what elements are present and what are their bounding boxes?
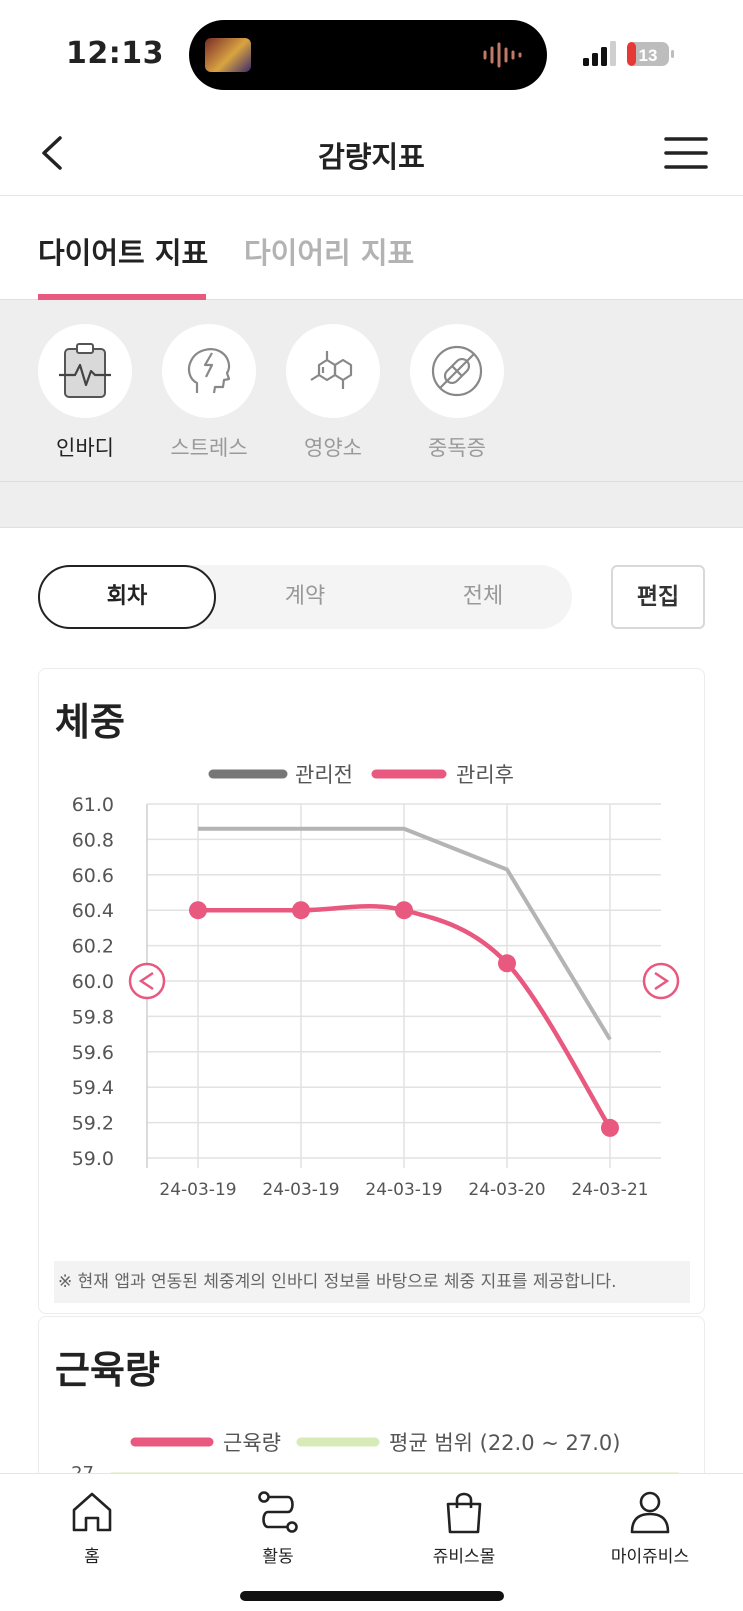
nav-label: 홈 xyxy=(84,1547,100,1567)
cellular-signal-icon xyxy=(583,41,616,66)
period-segment-control: 회차 계약 전체 xyxy=(38,565,572,629)
y-tick-label: 60.8 xyxy=(72,829,114,851)
tab-diet-index[interactable]: 다이어트 지표 xyxy=(38,230,208,272)
category-label: 영양소 xyxy=(304,436,362,460)
main-tabs: 다이어트 지표 다이어리 지표 xyxy=(0,196,743,300)
nav-label: 마이쥬비스 xyxy=(610,1547,690,1567)
molecule-icon xyxy=(310,351,353,389)
legend-muscle-label: 근육량 xyxy=(223,1431,281,1455)
y-tick-label: 59.6 xyxy=(72,1042,114,1064)
series-after-point xyxy=(601,1118,619,1137)
muscle-chart: 근육량 평균 범위 (22.0 ~ 27.0) 27 xyxy=(71,1431,679,1477)
weight-info-note: ※ 현재 앱과 연동된 체중계의 인바디 정보를 바탕으로 체중 지표를 제공합… xyxy=(54,1261,690,1303)
category-label: 인바디 xyxy=(56,436,114,460)
nav-label: 활동 xyxy=(262,1547,294,1567)
category-nutrients[interactable]: 영양소 xyxy=(285,324,381,462)
series-after-point xyxy=(292,901,310,920)
status-time: 12:13 xyxy=(66,36,164,71)
category-strip: 인바디 스트레스 영양소 중독증 xyxy=(0,300,743,482)
nav-label: 쥬비스몰 xyxy=(432,1547,496,1567)
audio-wave-icon xyxy=(483,42,522,68)
x-tick-label: 24-03-19 xyxy=(365,1180,442,1200)
weight-card: 체중 관리전 관리후 61.0 60.8 60.6 60.4 60.2 60.0 59.8 59.… xyxy=(38,668,705,1314)
legend-after-label: 관리후 xyxy=(456,763,514,787)
category-inbody-circle xyxy=(38,324,132,418)
dynamic-island xyxy=(189,20,547,90)
nav-shop[interactable]: 쥬비스몰 xyxy=(404,1488,524,1567)
edit-button[interactable]: 편집 xyxy=(611,565,705,629)
category-nutrients-circle xyxy=(286,324,380,418)
series-after-point xyxy=(189,901,207,920)
home-icon xyxy=(72,1492,112,1532)
y-tick-label: 59.2 xyxy=(72,1113,114,1135)
clipboard-heartbeat-icon xyxy=(59,343,111,398)
battery-level: 13 xyxy=(639,46,658,65)
y-tick-label: 61.0 xyxy=(72,794,114,816)
person-icon xyxy=(630,1491,670,1534)
category-addiction[interactable]: 중독증 xyxy=(409,324,505,462)
segment-contract[interactable]: 계약 xyxy=(216,565,394,629)
battery-indicator: 13 xyxy=(626,40,676,68)
y-tick-label: 59.4 xyxy=(72,1077,114,1099)
series-after-point xyxy=(498,954,516,973)
y-tick-label: 60.2 xyxy=(72,936,114,958)
now-playing-thumbnail xyxy=(205,38,251,72)
y-tick-label: 59.8 xyxy=(72,1006,114,1028)
hamburger-menu-icon[interactable] xyxy=(664,136,708,170)
y-tick-label: 59.0 xyxy=(72,1148,114,1170)
battery-icon: 13 xyxy=(627,42,674,66)
chart-prev-button[interactable] xyxy=(128,962,166,1000)
legend-before-label: 관리전 xyxy=(295,763,353,787)
segment-all[interactable]: 전체 xyxy=(394,565,572,629)
app-header: 감량지표 xyxy=(0,110,743,196)
tab-diary-index[interactable]: 다이어리 지표 xyxy=(244,230,414,272)
chevron-left-icon xyxy=(128,962,166,1000)
nav-home[interactable]: 홈 xyxy=(32,1488,152,1567)
no-pill-icon xyxy=(431,345,483,397)
category-stress[interactable]: 스트레스 xyxy=(161,324,257,462)
x-tick-label: 24-03-19 xyxy=(159,1180,236,1200)
y-tick-label: 60.4 xyxy=(72,900,114,922)
stress-head-icon xyxy=(187,348,231,394)
chart-next-button[interactable] xyxy=(642,962,680,1000)
y-tick-label: 60.0 xyxy=(72,971,114,993)
section-divider xyxy=(0,482,743,528)
legend-range-label: 평균 범위 (22.0 ~ 27.0) xyxy=(389,1431,620,1455)
nav-activity[interactable]: 활동 xyxy=(218,1488,338,1567)
route-icon xyxy=(258,1491,298,1533)
weight-chart: 관리전 관리후 61.0 60.8 60.6 60.4 60.2 60.0 59.8 59.6 59… xyxy=(72,763,680,1200)
chevron-right-icon xyxy=(642,962,680,1000)
category-inbody[interactable]: 인바디 xyxy=(37,324,133,462)
page-title: 감량지표 xyxy=(318,140,425,174)
category-label: 중독증 xyxy=(428,436,486,460)
x-tick-label: 24-03-19 xyxy=(262,1180,339,1200)
segment-session[interactable]: 회차 xyxy=(38,565,216,629)
category-addiction-circle xyxy=(410,324,504,418)
home-indicator xyxy=(240,1591,504,1601)
category-label: 스트레스 xyxy=(170,436,248,460)
nav-my-page[interactable]: 마이쥬비스 xyxy=(590,1488,710,1567)
shopping-bag-icon xyxy=(446,1492,482,1534)
x-tick-label: 24-03-21 xyxy=(571,1180,648,1200)
category-stress-circle xyxy=(162,324,256,418)
y-tick-label: 60.6 xyxy=(72,865,114,887)
x-tick-label: 24-03-20 xyxy=(468,1180,545,1200)
status-bar: 12:13 13 xyxy=(0,0,743,110)
series-after-point xyxy=(395,901,413,920)
